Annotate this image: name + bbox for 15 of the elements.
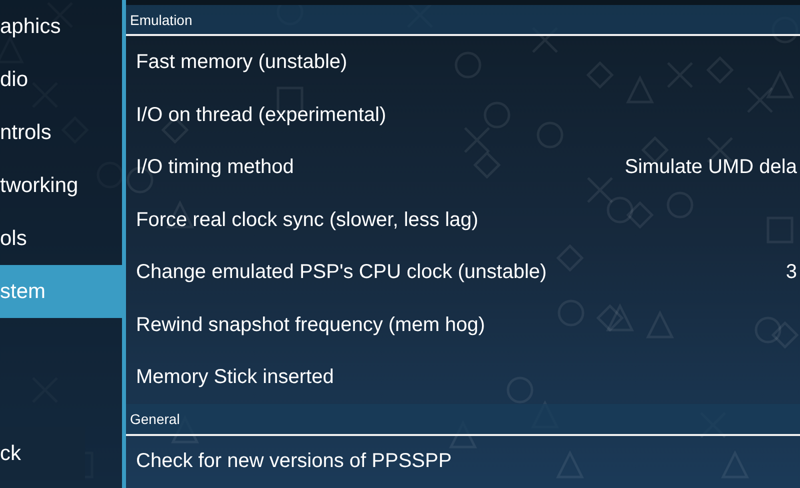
sidebar-item[interactable]: ntrols (0, 106, 122, 159)
setting-row[interactable]: Check for new versions of PPSSPP (126, 436, 800, 488)
setting-row[interactable]: Memory Stick inserted (126, 351, 800, 404)
setting-row[interactable]: Change emulated PSP's CPU clock (unstable) 3 (126, 246, 800, 299)
setting-row[interactable]: Force real clock sync (slower, less lag) (126, 194, 800, 246)
setting-row[interactable]: Rewind snapshot frequency (mem hog) (126, 298, 800, 352)
setting-row[interactable]: I/O timing method Simulate UMD dela (126, 141, 800, 194)
setting-row[interactable]: I/O on thread (experimental) (126, 88, 800, 142)
section-header: Emulation (126, 4, 800, 36)
section-header: General (126, 404, 800, 436)
sidebar-item[interactable]: aphics (0, 0, 122, 53)
sidebar-item[interactable]: tworking (0, 159, 122, 212)
sidebar-item[interactable]: ols (0, 212, 122, 265)
sidebar-item[interactable]: dio (0, 53, 122, 106)
setting-row[interactable]: Fast memory (unstable) (126, 36, 800, 89)
